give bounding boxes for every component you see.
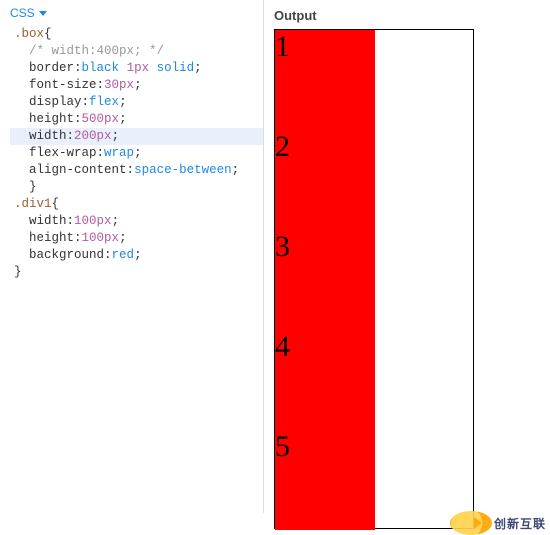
- code-line[interactable]: .box{: [10, 26, 263, 43]
- flex-item: 4: [275, 330, 375, 430]
- caret-down-icon: [39, 11, 47, 16]
- code-line[interactable]: align-content:space-between;: [10, 162, 263, 179]
- flex-item: 2: [275, 130, 375, 230]
- code-line[interactable]: font-size:30px;: [10, 77, 263, 94]
- code-line[interactable]: background:red;: [10, 247, 263, 264]
- watermark-icon: [450, 511, 492, 535]
- code-line[interactable]: flex-wrap:wrap;: [10, 145, 263, 162]
- code-line[interactable]: .div1{: [10, 196, 263, 213]
- flex-item: 5: [275, 430, 375, 530]
- code-line[interactable]: height:500px;: [10, 111, 263, 128]
- app: CSS .box{ /* width:400px; */ border:blac…: [0, 0, 550, 513]
- code-line[interactable]: /* width:400px; */: [10, 43, 263, 60]
- flex-box: 12345: [274, 29, 474, 529]
- code-line[interactable]: display:flex;: [10, 94, 263, 111]
- code-line[interactable]: border:black 1px solid;: [10, 60, 263, 77]
- code-pane: CSS .box{ /* width:400px; */ border:blac…: [0, 0, 264, 513]
- output-stage: 12345 创新互联: [274, 29, 540, 529]
- tab-css[interactable]: CSS: [10, 6, 47, 20]
- code-line[interactable]: }: [10, 264, 263, 281]
- code-line[interactable]: width:100px;: [10, 213, 263, 230]
- code-editor[interactable]: .box{ /* width:400px; */ border:black 1p…: [0, 26, 263, 281]
- watermark: 创新互联: [450, 511, 546, 535]
- flex-item: 1: [275, 30, 375, 130]
- output-pane: Output 12345 创新互联: [264, 0, 550, 513]
- output-label: Output: [274, 8, 540, 23]
- code-line[interactable]: }: [10, 179, 263, 196]
- watermark-text: 创新互联: [494, 515, 546, 532]
- code-line[interactable]: width:200px;: [10, 128, 263, 145]
- tab-label: CSS: [10, 6, 35, 20]
- tab-row: CSS: [0, 6, 263, 26]
- flex-item: 3: [275, 230, 375, 330]
- code-line[interactable]: height:100px;: [10, 230, 263, 247]
